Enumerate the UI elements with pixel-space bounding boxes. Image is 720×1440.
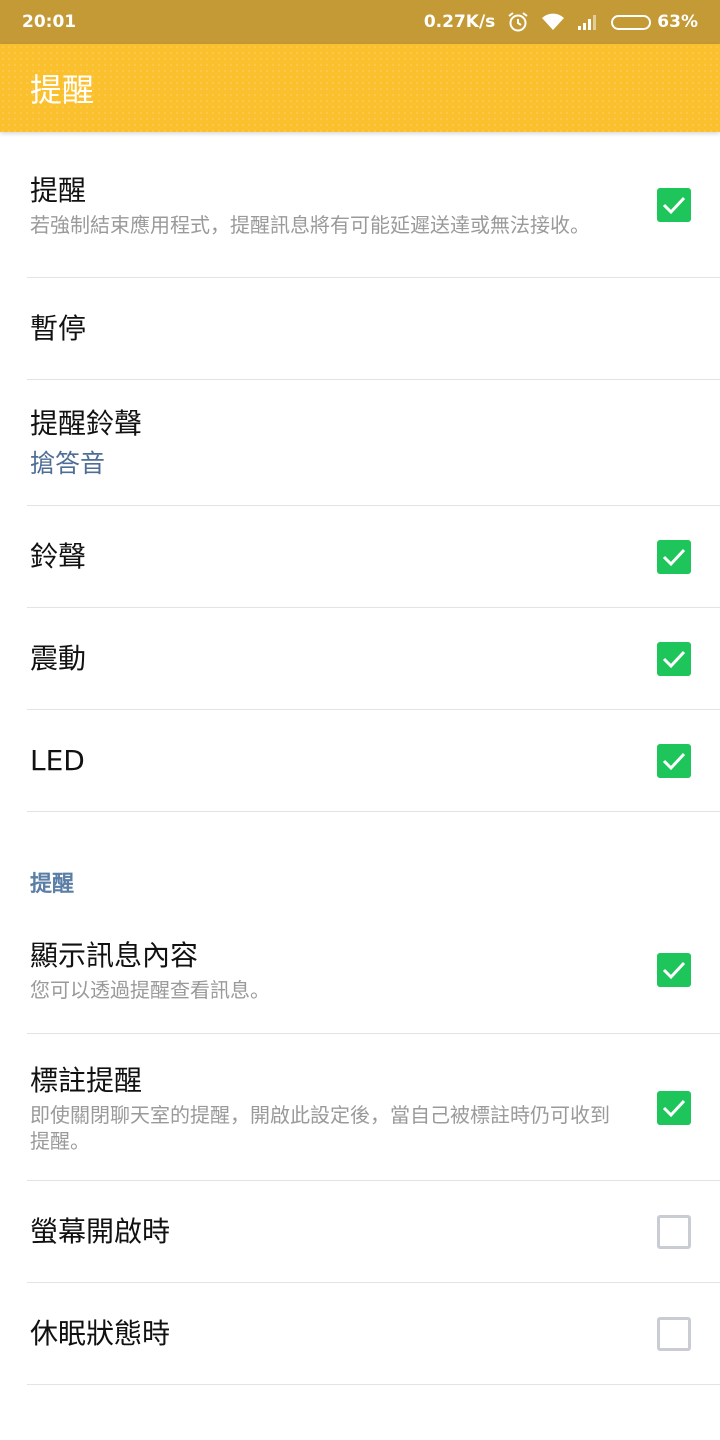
- setting-led[interactable]: LED: [0, 710, 720, 812]
- network-speed: 0.27K/s: [423, 12, 496, 32]
- notifications-checkbox[interactable]: [657, 188, 691, 222]
- settings-list: 提醒 若強制結束應用程式，提醒訊息將有可能延遲送達或無法接收。 暫停 提醒鈴聲 …: [0, 132, 720, 1385]
- check-icon: [662, 752, 686, 771]
- wifi-icon: [541, 12, 565, 32]
- setting-title: LED: [30, 744, 85, 777]
- app-bar: 提醒: [0, 44, 720, 132]
- section-label: 提醒: [30, 872, 75, 897]
- setting-title: 螢幕開啟時: [30, 1215, 171, 1248]
- setting-title: 提醒鈴聲: [30, 407, 143, 440]
- setting-title: 顯示訊息內容: [30, 939, 199, 972]
- setting-sleep[interactable]: 休眠狀態時: [0, 1283, 720, 1385]
- screen-on-checkbox[interactable]: [657, 1215, 691, 1249]
- setting-mention[interactable]: 標註提醒 即使關閉聊天室的提醒，開啟此設定後，當自己被標註時仍可收到提醒。: [0, 1034, 720, 1181]
- setting-sound[interactable]: 鈴聲: [0, 506, 720, 608]
- setting-title: 提醒: [30, 174, 87, 207]
- setting-subtitle: 即使關閉聊天室的提醒，開啟此設定後，當自己被標註時仍可收到提醒。: [30, 1102, 610, 1153]
- setting-ringtone[interactable]: 提醒鈴聲 搶答音: [0, 380, 720, 506]
- check-icon: [662, 196, 686, 215]
- section-header: 提醒: [0, 812, 720, 906]
- check-icon: [662, 961, 686, 980]
- page-title: 提醒: [30, 71, 95, 109]
- signal-icon: [577, 13, 599, 31]
- setting-notifications[interactable]: 提醒 若強制結束應用程式，提醒訊息將有可能延遲送達或無法接收。: [0, 132, 720, 278]
- setting-title: 鈴聲: [30, 540, 87, 573]
- status-time: 20:01: [22, 12, 77, 32]
- setting-title: 震動: [30, 642, 87, 675]
- setting-vibration[interactable]: 震動: [0, 608, 720, 710]
- setting-title: 休眠狀態時: [30, 1317, 171, 1350]
- led-checkbox[interactable]: [657, 744, 691, 778]
- status-bar: 20:01 0.27K/s 63%: [0, 0, 720, 44]
- status-right: 0.27K/s 63%: [424, 11, 698, 33]
- setting-pause[interactable]: 暫停: [0, 278, 720, 380]
- setting-title: 標註提醒: [30, 1063, 143, 1097]
- check-icon: [662, 1099, 686, 1117]
- setting-subtitle: 您可以透過提醒查看訊息。: [30, 978, 270, 1002]
- setting-screen-on[interactable]: 螢幕開啟時: [0, 1181, 720, 1283]
- ringtone-value: 搶答音: [30, 449, 106, 478]
- check-icon: [662, 548, 686, 567]
- battery-percent: 63%: [657, 12, 698, 32]
- show-content-checkbox[interactable]: [657, 953, 691, 987]
- vibration-checkbox[interactable]: [657, 642, 691, 676]
- sound-checkbox[interactable]: [657, 540, 691, 574]
- mention-checkbox[interactable]: [657, 1090, 691, 1125]
- check-icon: [662, 650, 686, 669]
- battery-indicator: 63%: [611, 12, 698, 32]
- setting-title: 暫停: [30, 312, 87, 345]
- alarm-icon: [507, 11, 529, 33]
- battery-icon: [611, 14, 652, 30]
- sleep-checkbox[interactable]: [657, 1317, 691, 1351]
- setting-show-content[interactable]: 顯示訊息內容 您可以透過提醒查看訊息。: [0, 906, 720, 1034]
- setting-subtitle: 若強制結束應用程式，提醒訊息將有可能延遲送達或無法接收。: [30, 213, 590, 237]
